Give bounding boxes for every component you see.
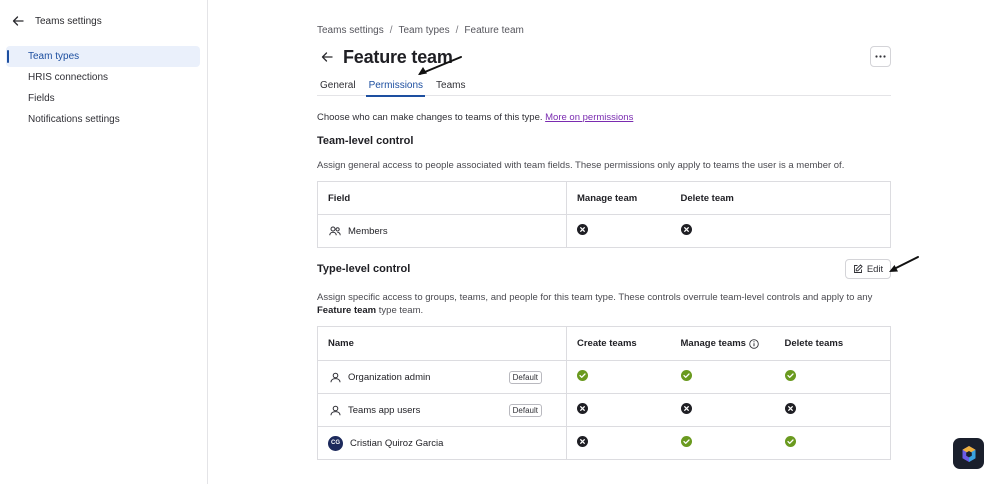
create-teams-cell [567,427,671,460]
edit-label: Edit [866,263,884,275]
table-header-row: Name Create teams Manage teams Delete te… [317,326,891,361]
create-teams-cell [566,360,671,394]
type-level-table: Name Create teams Manage teams Delete te… [317,326,891,460]
manage-teams-label: Manage teams [680,338,746,349]
type-level-description-end: type team. [378,305,424,316]
info-icon[interactable] [749,338,759,349]
team-type-name: Feature team [317,305,377,316]
column-header-delete-team: Delete team [670,181,891,215]
back-arrow-icon[interactable] [10,13,26,29]
table-row: CG Cristian Quiroz Garcia [317,426,891,460]
delete-teams-cell [774,360,891,394]
more-options-button[interactable] [870,46,891,67]
tabs: General Permissions Teams [317,78,891,97]
delete-teams-cell [774,393,891,427]
check-circle-icon [784,436,796,447]
x-circle-icon [577,436,588,447]
delete-team-cell [671,215,891,248]
x-circle-icon [577,403,588,414]
tab-permissions[interactable]: Permissions [365,78,426,97]
more-on-permissions-link[interactable]: More on permissions [545,112,633,123]
type-level-title: Type-level control [317,263,411,275]
table-row: Members [317,214,891,248]
sidebar-item-hris-connections[interactable]: HRIS connections [6,67,200,88]
intro-sentence: Choose who can make changes to teams of … [317,112,543,123]
sidebar-item-notifications-settings[interactable]: Notifications settings [6,109,200,130]
column-header-create-teams: Create teams [566,326,671,361]
ellipsis-icon [875,55,886,58]
column-header-manage-team: Manage team [566,181,671,215]
edit-icon [853,264,863,273]
person-icon [328,370,342,384]
edit-button[interactable]: Edit [845,259,891,279]
check-circle-icon [680,436,692,447]
sidebar-item-label: Fields [28,93,55,104]
field-cell: Members [317,214,567,248]
manage-teams-cell [670,360,775,394]
name-cell: Organization admin Default [317,360,567,394]
default-badge: Default [508,403,542,417]
sidebar-item-label: HRIS connections [28,72,109,83]
table-row: Teams app users Default [317,393,891,427]
check-circle-icon [680,370,692,381]
field-name: Members [348,225,388,237]
app-root: Teams settings Team types HRIS connectio… [0,0,999,484]
manage-team-cell [567,215,671,248]
team-level-description: Assign general access to people associat… [317,160,845,171]
sidebar-item-fields[interactable]: Fields [6,88,200,109]
breadcrumb-team-types[interactable]: Team types [398,25,449,36]
sidebar-title: Teams settings [35,15,102,27]
breadcrumb-current: Feature team [464,25,524,36]
sidebar-nav: Team types HRIS connections Fields Notif… [6,46,200,130]
column-header-field: Field [317,181,567,215]
back-arrow-icon[interactable] [317,47,337,67]
person-name: Cristian Quiroz Garcia [350,437,444,449]
column-header-manage-teams: Manage teams [670,326,775,361]
type-level-description: Assign specific access to groups, teams,… [317,291,891,317]
x-circle-icon [784,403,796,414]
group-name: Teams app users [348,404,421,416]
table-header-row: Field Manage team Delete team [317,181,891,215]
sidebar: Teams settings Team types HRIS connectio… [0,0,208,484]
x-circle-icon [577,224,588,235]
sidebar-item-label: Notifications settings [28,114,120,125]
name-cell: CG Cristian Quiroz Garcia [317,426,567,460]
delete-teams-cell [775,427,891,460]
group-name: Organization admin [348,371,431,383]
breadcrumb-separator: / [389,25,393,36]
annotation-arrow-icon [418,56,462,75]
check-circle-icon [577,370,588,381]
breadcrumb-separator: / [455,25,459,36]
sidebar-item-team-types[interactable]: Team types [6,46,200,67]
column-header-delete-teams: Delete teams [774,326,891,361]
default-badge: Default [508,370,542,384]
help-launcher-button[interactable] [953,438,984,469]
sidebar-header: Teams settings [10,12,102,30]
table-row: Organization admin Default [317,360,891,394]
name-cell: Teams app users Default [317,393,567,427]
breadcrumb: Teams settings / Team types / Feature team [317,25,524,36]
person-icon [328,403,342,417]
manage-teams-cell [670,393,775,427]
x-circle-icon [680,224,692,235]
create-teams-cell [566,393,671,427]
avatar: CG [328,435,343,451]
title-row: Feature team [317,46,891,68]
check-circle-icon [784,370,796,381]
x-circle-icon [680,403,692,414]
tab-teams[interactable]: Teams [433,78,467,96]
manage-teams-cell [671,427,775,460]
type-level-description-text: Assign specific access to groups, teams,… [317,292,873,303]
intro-text: Choose who can make changes to teams of … [317,112,633,123]
column-header-name: Name [317,326,567,361]
hexagon-logo-icon [962,445,975,462]
breadcrumb-teams-settings[interactable]: Teams settings [317,25,384,36]
tab-general[interactable]: General [317,78,358,96]
team-level-title: Team-level control [317,135,414,147]
annotation-arrow-icon [889,256,919,272]
people-icon [328,224,342,238]
team-level-table: Field Manage team Delete team Members [317,181,891,248]
sidebar-item-label: Team types [28,51,80,62]
